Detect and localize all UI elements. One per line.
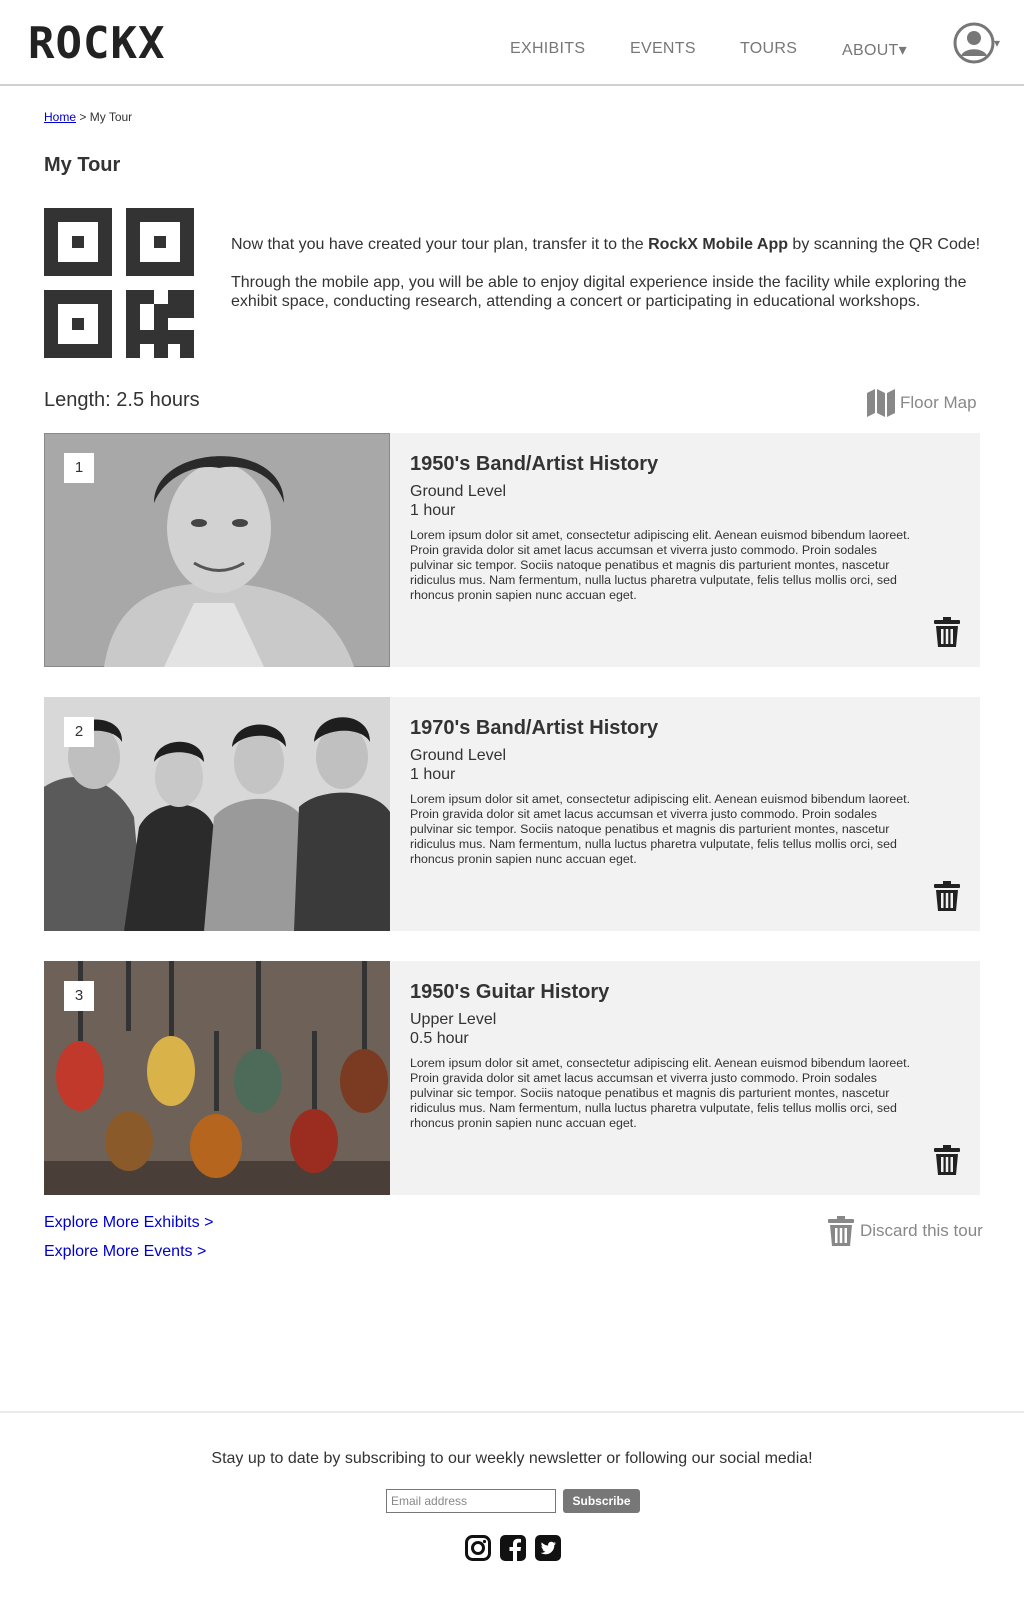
facebook-icon[interactable] bbox=[500, 1535, 526, 1561]
page-title: My Tour bbox=[44, 154, 121, 176]
tour-image-elvis bbox=[44, 433, 390, 667]
tour-title[interactable]: 1950's Guitar History bbox=[410, 981, 920, 1004]
intro-line-1-pre: Now that you have created your tour plan… bbox=[231, 236, 649, 253]
breadcrumb-current: My Tour bbox=[89, 110, 133, 124]
intro-text: Now that you have created your tour plan… bbox=[231, 235, 991, 330]
discard-tour-label: Discard this tour bbox=[860, 1221, 983, 1240]
trash-icon bbox=[828, 1216, 854, 1246]
breadcrumb-home-link[interactable]: Home bbox=[44, 110, 76, 124]
intro-line-1: Now that you have created your tour plan… bbox=[231, 235, 991, 254]
tour-card: 3 1950's Guitar History Upper Level 0.5 … bbox=[44, 961, 980, 1195]
rockx-logo[interactable]: ROCKX bbox=[28, 18, 165, 69]
instagram-icon[interactable] bbox=[465, 1535, 491, 1561]
user-menu-caret[interactable]: ▾ bbox=[994, 36, 1000, 50]
floor-map-label: Floor Map bbox=[900, 393, 977, 412]
tour-card: 2 1970's Band/Artist History Ground Leve… bbox=[44, 697, 980, 931]
user-avatar-icon[interactable] bbox=[953, 22, 995, 64]
twitter-icon[interactable] bbox=[535, 1535, 561, 1561]
floor-map-button[interactable]: Floor Map bbox=[866, 388, 977, 418]
qr-code-icon bbox=[44, 208, 194, 358]
tour-title[interactable]: 1970's Band/Artist History bbox=[410, 717, 920, 740]
tour-details: 1950's Guitar History Upper Level 0.5 ho… bbox=[410, 981, 920, 1131]
tour-length: Length: 2.5 hours bbox=[44, 389, 200, 411]
intro-line-2: Through the mobile app, you will be able… bbox=[231, 274, 967, 310]
intro-line-1-post: by scanning the QR Code! bbox=[787, 236, 981, 253]
discard-tour-button[interactable]: Discard this tour bbox=[828, 1215, 983, 1247]
tour-description: Lorem ipsum dolor sit amet, consectetur … bbox=[410, 792, 911, 866]
nav-about[interactable]: ABOUT▾ bbox=[842, 40, 907, 60]
tour-details: 1970's Band/Artist History Ground Level … bbox=[410, 717, 920, 867]
tour-image-band bbox=[44, 697, 390, 931]
tour-number: 3 bbox=[64, 981, 94, 1011]
email-field[interactable] bbox=[386, 1489, 556, 1513]
trash-icon[interactable] bbox=[934, 881, 960, 911]
tour-duration: 0.5 hour bbox=[410, 1030, 469, 1047]
tour-level: Upper Level bbox=[410, 1011, 497, 1028]
subscribe-button[interactable]: Subscribe bbox=[563, 1489, 640, 1513]
nav-events[interactable]: EVENTS bbox=[630, 40, 696, 58]
trash-icon[interactable] bbox=[934, 1145, 960, 1175]
tour-details: 1950's Band/Artist History Ground Level … bbox=[410, 453, 920, 603]
nav-exhibits[interactable]: EXHIBITS bbox=[510, 40, 585, 58]
trash-icon[interactable] bbox=[934, 617, 960, 647]
tour-level: Ground Level bbox=[410, 483, 507, 500]
map-icon bbox=[867, 389, 895, 417]
tour-duration: 1 hour bbox=[410, 502, 456, 519]
tour-number: 1 bbox=[64, 453, 94, 483]
breadcrumb: Home > My Tour bbox=[44, 110, 132, 124]
tour-duration: 1 hour bbox=[410, 766, 456, 783]
site-footer: Stay up to date by subscribing to our we… bbox=[0, 1411, 1024, 1602]
tour-number: 2 bbox=[64, 717, 94, 747]
tour-image-guitars bbox=[44, 961, 390, 1195]
tour-description: Lorem ipsum dolor sit amet, consectetur … bbox=[410, 1056, 911, 1130]
tour-card: 1 1950's Band/Artist History Ground Leve… bbox=[44, 433, 980, 667]
newsletter-text: Stay up to date by subscribing to our we… bbox=[211, 1450, 813, 1467]
site-header: ROCKX EXHIBITS EVENTS TOURS ABOUT▾ ▾ bbox=[0, 0, 1024, 86]
explore-events-link[interactable]: Explore More Events > bbox=[44, 1243, 206, 1261]
explore-exhibits-link[interactable]: Explore More Exhibits > bbox=[44, 1214, 213, 1232]
breadcrumb-separator: > bbox=[76, 110, 90, 124]
intro-app-name: RockX Mobile App bbox=[648, 236, 788, 253]
nav-tours[interactable]: TOURS bbox=[740, 40, 797, 58]
tour-level: Ground Level bbox=[410, 747, 507, 764]
tour-description: Lorem ipsum dolor sit amet, consectetur … bbox=[410, 528, 911, 602]
tour-title[interactable]: 1950's Band/Artist History bbox=[410, 453, 920, 476]
